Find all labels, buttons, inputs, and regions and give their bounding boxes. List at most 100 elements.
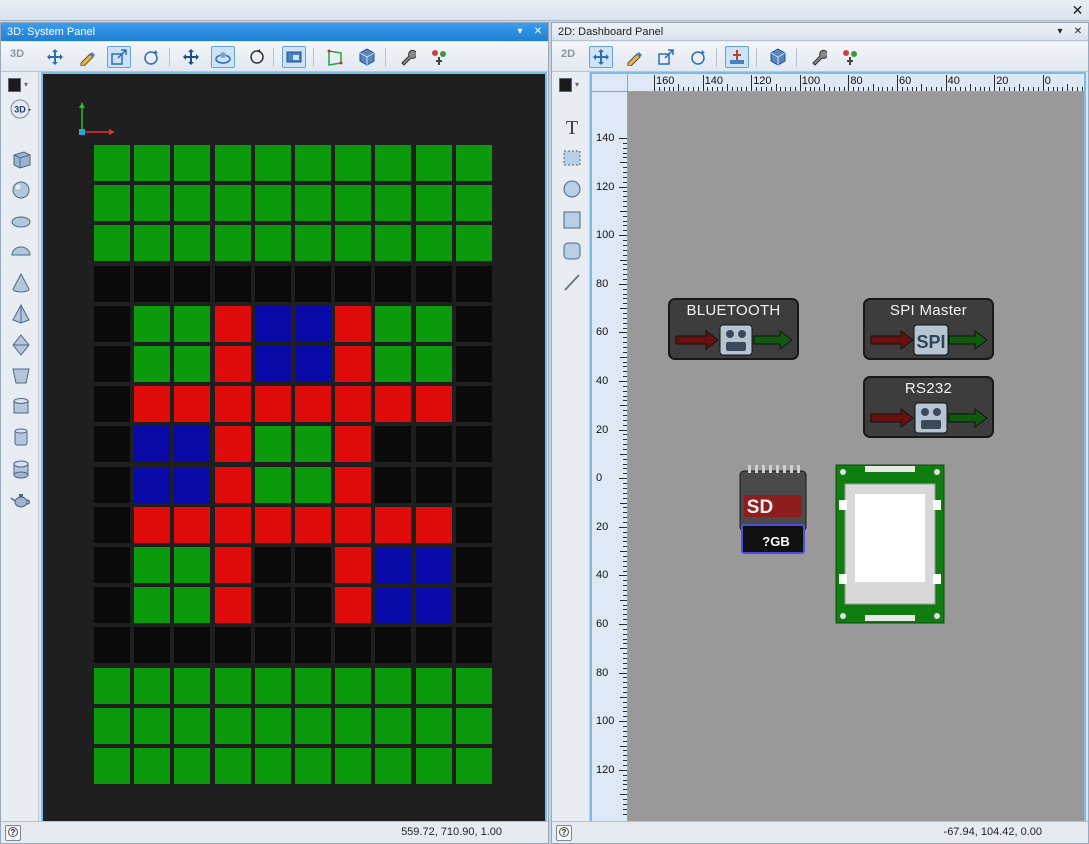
led-cell[interactable] — [94, 386, 130, 423]
move-tool-button[interactable] — [589, 46, 613, 68]
led-cell[interactable] — [375, 225, 412, 262]
led-cell[interactable] — [375, 466, 412, 503]
led-cell[interactable] — [174, 667, 211, 704]
led-cell[interactable] — [254, 225, 291, 262]
led-cell[interactable] — [335, 506, 372, 543]
led-cell[interactable] — [455, 225, 492, 262]
led-cell[interactable] — [415, 506, 452, 543]
led-cell[interactable] — [214, 426, 251, 463]
led-cell[interactable] — [174, 587, 211, 624]
line-tool[interactable] — [561, 271, 585, 295]
led-cell[interactable] — [254, 627, 291, 664]
led-cell[interactable] — [455, 305, 492, 342]
led-cell[interactable] — [94, 265, 130, 302]
led-cell[interactable] — [415, 707, 452, 744]
led-cell[interactable] — [94, 225, 130, 262]
box-tool[interactable] — [10, 148, 34, 172]
led-cell[interactable] — [214, 466, 251, 503]
led-cell[interactable] — [455, 707, 492, 744]
led-cell[interactable] — [335, 466, 372, 503]
led-cell[interactable] — [214, 667, 251, 704]
led-cell[interactable] — [295, 145, 331, 181]
led-cell[interactable] — [375, 506, 412, 543]
panel-menu-icon[interactable]: ▾ — [1054, 26, 1066, 38]
led-cell[interactable] — [134, 748, 171, 784]
led-cell[interactable] — [415, 346, 452, 382]
bluetooth-component[interactable]: BLUETOOTH — [668, 298, 799, 360]
led-cell[interactable] — [94, 547, 130, 583]
led-cell[interactable] — [295, 627, 331, 664]
system-panel-titlebar[interactable]: 3D: System Panel ▾ ✕ — [1, 23, 548, 41]
drum-tool[interactable] — [10, 458, 34, 482]
led-cell[interactable] — [254, 748, 291, 784]
panel-close-icon[interactable]: ✕ — [532, 26, 544, 38]
led-cell[interactable] — [94, 748, 130, 784]
led-cell[interactable] — [94, 466, 130, 503]
led-cell[interactable] — [295, 547, 331, 583]
led-cell[interactable] — [134, 225, 171, 262]
color-picker[interactable]: ▾ — [557, 76, 585, 94]
help-icon[interactable]: ? — [5, 825, 21, 841]
led-cell[interactable] — [254, 346, 291, 382]
led-cell[interactable] — [174, 346, 211, 382]
led-cell[interactable] — [254, 145, 291, 181]
led-cell[interactable] — [94, 305, 130, 342]
led-cell[interactable] — [295, 667, 331, 704]
led-cell[interactable] — [254, 386, 291, 423]
led-cell[interactable] — [174, 506, 211, 543]
led-cell[interactable] — [335, 185, 372, 222]
led-cell[interactable] — [174, 305, 211, 342]
led-cell[interactable] — [134, 667, 171, 704]
anchor-tool-button[interactable] — [725, 46, 749, 68]
led-cell[interactable] — [455, 627, 492, 664]
led-cell[interactable] — [214, 506, 251, 543]
led-cell[interactable] — [94, 426, 130, 463]
tube-tool[interactable] — [10, 427, 34, 451]
led-cell[interactable] — [375, 386, 412, 423]
led-cell[interactable] — [295, 386, 331, 423]
orbit-tool-button[interactable] — [211, 46, 235, 68]
view-mode-3d-button[interactable]: 3D — [10, 98, 34, 122]
led-cell[interactable] — [134, 265, 171, 302]
pencil-tool-button[interactable] — [75, 46, 99, 68]
led-cell[interactable] — [375, 346, 412, 382]
led-cell[interactable] — [335, 305, 372, 342]
lcd-board-component[interactable] — [835, 464, 945, 624]
color-picker[interactable]: ▾ — [6, 76, 34, 94]
led-cell[interactable] — [415, 627, 452, 664]
dashboard-panel-titlebar[interactable]: 2D: Dashboard Panel ▾ ✕ — [552, 23, 1088, 41]
led-cell[interactable] — [375, 667, 412, 704]
led-cell[interactable] — [455, 145, 492, 181]
led-cell[interactable] — [174, 627, 211, 664]
led-cell[interactable] — [295, 506, 331, 543]
led-cell[interactable] — [415, 466, 452, 503]
led-cell[interactable] — [254, 667, 291, 704]
led-cell[interactable] — [415, 426, 452, 463]
led-cell[interactable] — [335, 145, 372, 181]
led-cell[interactable] — [335, 346, 372, 382]
led-cell[interactable] — [134, 587, 171, 624]
led-cell[interactable] — [174, 547, 211, 583]
led-cell[interactable] — [94, 587, 130, 624]
teapot-tool[interactable] — [10, 489, 34, 513]
led-cell[interactable] — [174, 426, 211, 463]
rounded-rect-tool[interactable] — [561, 240, 585, 264]
octahedron-tool[interactable] — [10, 334, 34, 358]
led-cell[interactable] — [134, 466, 171, 503]
led-cell[interactable] — [295, 466, 331, 503]
pyramid-tool[interactable] — [10, 303, 34, 327]
led-cell[interactable] — [415, 225, 452, 262]
selection-rect-tool[interactable] — [561, 147, 585, 171]
led-cell[interactable] — [335, 587, 372, 624]
cube-view-tool-button[interactable] — [766, 46, 790, 68]
led-cell[interactable] — [214, 265, 251, 302]
led-cell[interactable] — [94, 346, 130, 382]
viewport-3d[interactable] — [41, 72, 547, 823]
led-cell[interactable] — [335, 426, 372, 463]
led-cell[interactable] — [295, 305, 331, 342]
led-cell[interactable] — [254, 547, 291, 583]
led-cell[interactable] — [214, 547, 251, 583]
led-cell[interactable] — [375, 145, 412, 181]
led-cell[interactable] — [174, 386, 211, 423]
led-cell[interactable] — [415, 667, 452, 704]
